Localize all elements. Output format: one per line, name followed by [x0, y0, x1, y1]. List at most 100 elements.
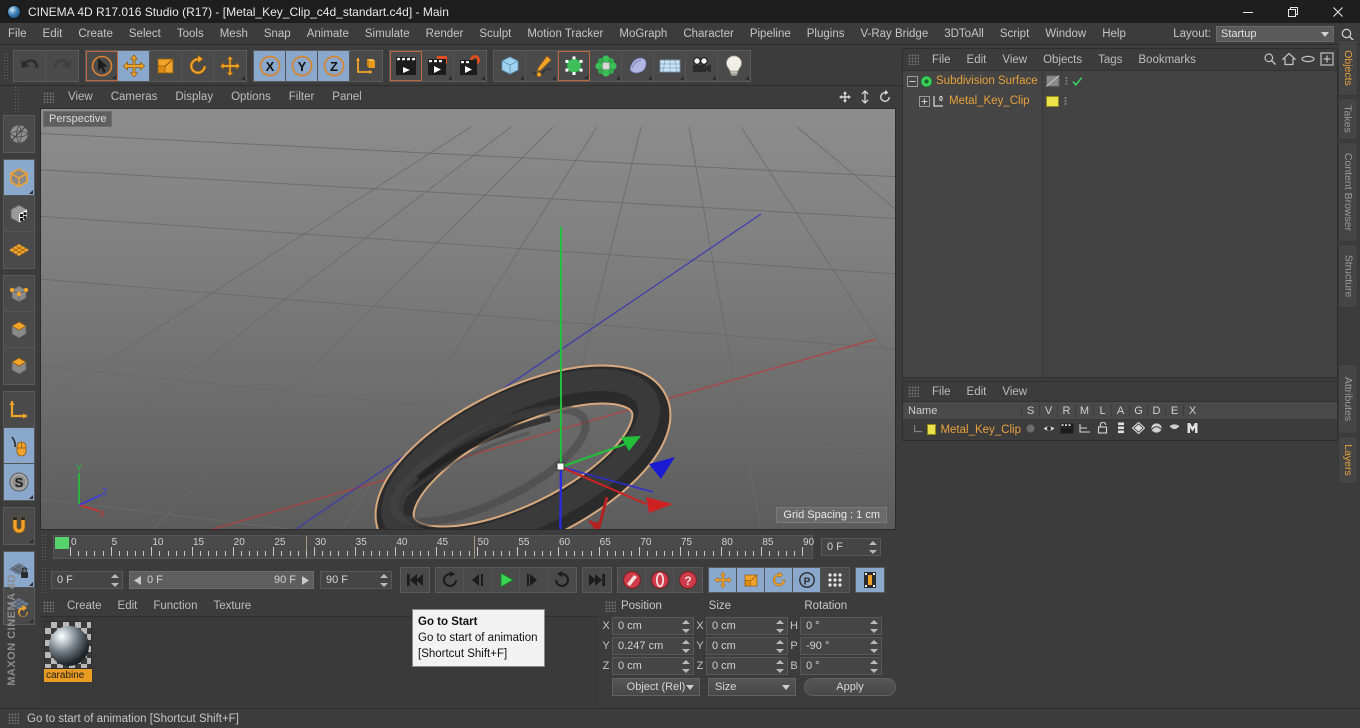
material-menu-create[interactable]: Create — [59, 596, 110, 616]
move-variant-icon[interactable] — [214, 51, 246, 81]
menu-motion-tracker[interactable]: Motion Tracker — [519, 23, 611, 45]
spline-pen-icon[interactable] — [526, 50, 558, 81]
object-menu-bookmarks[interactable]: Bookmarks — [1130, 49, 1204, 71]
object-row-subdivision-surface[interactable]: Subdivision Surface — [903, 71, 1042, 91]
home-icon[interactable] — [1282, 52, 1296, 66]
go-to-next-frame-button[interactable] — [520, 568, 548, 592]
key-position-button[interactable] — [709, 568, 737, 592]
coordinates-grip[interactable] — [605, 600, 616, 612]
layers-menu-view[interactable]: View — [994, 382, 1035, 402]
scale-icon[interactable] — [150, 50, 182, 81]
object-axis-icon[interactable] — [4, 392, 34, 428]
autokeying-button[interactable] — [646, 568, 674, 592]
layer-row[interactable]: Metal_Key_Clip — [903, 420, 1337, 439]
object-row-metal-key-clip[interactable]: 0 Metal_Key_Clip — [903, 91, 1042, 111]
current-frame-field[interactable]: 0 F — [821, 538, 881, 556]
menu-vray-bridge[interactable]: V-Ray Bridge — [852, 23, 936, 45]
stepper-icon[interactable] — [870, 619, 878, 633]
layers-menu-edit[interactable]: Edit — [959, 382, 995, 402]
tab-content-browser[interactable]: Content Browser — [1338, 142, 1358, 242]
collapse-toggle-icon[interactable] — [907, 75, 918, 87]
timeline-ruler[interactable]: 0 5 10 15 20 25 30 35 40 45 50 55 60 65 70 75 80 85 90 — [53, 535, 814, 559]
workplane-scale-icon[interactable]: S — [4, 464, 34, 500]
coordinate-mode-dropdown[interactable]: Object (Rel) — [612, 677, 700, 696]
expand-toggle-icon[interactable] — [919, 95, 930, 107]
material-menu-texture[interactable]: Texture — [205, 596, 259, 616]
stepper-icon[interactable] — [870, 639, 878, 653]
material-item[interactable]: carabine — [44, 621, 92, 682]
add-icon[interactable] — [1320, 52, 1334, 66]
stepper-icon[interactable] — [776, 659, 784, 673]
position-z-field[interactable]: 0 cm — [612, 656, 694, 675]
material-tag-icon[interactable] — [1046, 95, 1059, 107]
size-x-field[interactable]: 0 cm — [706, 616, 788, 635]
live-selection-icon[interactable] — [86, 50, 118, 81]
stepper-icon[interactable] — [682, 619, 690, 633]
layer-solo-toggle[interactable] — [1021, 422, 1039, 437]
viewport-view-label[interactable]: Perspective — [43, 111, 113, 127]
timeline-range-scrubber[interactable]: 0 F 90 F — [129, 571, 314, 589]
col-s[interactable]: S — [1021, 404, 1039, 417]
viewport-scale-icon[interactable] — [858, 90, 872, 104]
position-y-field[interactable]: 0.247 cm — [612, 636, 694, 655]
layer-animation-toggle[interactable] — [1111, 422, 1129, 437]
go-to-previous-frame-button[interactable] — [464, 568, 492, 592]
col-x[interactable]: X — [1183, 404, 1201, 417]
tab-layers[interactable]: Layers — [1338, 436, 1358, 484]
points-mode-icon[interactable] — [4, 276, 34, 312]
move-icon[interactable] — [118, 50, 150, 81]
model-mode-icon[interactable] — [4, 160, 34, 196]
viewport-rotate-icon[interactable] — [878, 90, 892, 104]
menu-script[interactable]: Script — [992, 23, 1037, 45]
stepper-icon[interactable] — [682, 639, 690, 653]
edges-mode-icon[interactable] — [4, 312, 34, 348]
ellipse-icon[interactable] — [1301, 52, 1315, 66]
material-menu-function[interactable]: Function — [145, 596, 205, 616]
go-to-start-button[interactable] — [401, 568, 429, 592]
make-editable-icon[interactable] — [4, 116, 34, 152]
menu-render[interactable]: Render — [418, 23, 472, 45]
rotation-p-field[interactable]: -90 ° — [800, 636, 882, 655]
menu-animate[interactable]: Animate — [299, 23, 357, 45]
frame-start-field[interactable]: 0 F — [51, 571, 123, 589]
maximize-button[interactable] — [1270, 0, 1315, 23]
generator-icon[interactable] — [558, 50, 590, 81]
keyframe-selection-button[interactable]: ? — [674, 568, 702, 592]
display-tag-icon[interactable] — [1046, 75, 1060, 87]
play-forward-button[interactable] — [492, 568, 520, 592]
key-scale-button[interactable] — [737, 568, 765, 592]
toolbar-grip[interactable] — [3, 52, 10, 79]
size-mode-dropdown[interactable]: Size — [708, 677, 796, 696]
layer-color-swatch[interactable] — [926, 424, 937, 435]
menu-help[interactable]: Help — [1094, 23, 1134, 45]
axis-y-icon[interactable]: Y — [286, 50, 318, 81]
enabled-check-icon[interactable] — [1072, 76, 1083, 87]
tab-structure[interactable]: Structure — [1338, 244, 1358, 308]
menu-character[interactable]: Character — [675, 23, 742, 45]
layer-visible-toggle[interactable] — [1039, 422, 1057, 437]
stepper-icon[interactable] — [682, 659, 690, 673]
layers-menu-grip[interactable] — [908, 386, 919, 397]
search-icon[interactable] — [1263, 52, 1277, 66]
go-to-end-button[interactable] — [583, 568, 611, 592]
workplane-mode-icon[interactable] — [4, 232, 34, 268]
scrub-left-icon[interactable] — [134, 575, 143, 585]
col-v[interactable]: V — [1039, 404, 1057, 417]
frame-end-field[interactable]: 90 F — [320, 571, 392, 589]
tab-takes[interactable]: Takes — [1338, 98, 1358, 140]
viewport-menu-cameras[interactable]: Cameras — [102, 86, 167, 108]
layer-deformer-toggle[interactable] — [1147, 422, 1165, 437]
play-loop-button[interactable] — [548, 568, 576, 592]
menu-simulate[interactable]: Simulate — [357, 23, 418, 45]
close-button[interactable] — [1315, 0, 1360, 23]
rotation-b-field[interactable]: 0 ° — [800, 656, 882, 675]
polygons-mode-icon[interactable] — [4, 348, 34, 384]
layers-menu-file[interactable]: File — [924, 382, 959, 402]
timeline-toggle-button[interactable] — [856, 568, 884, 592]
minimize-button[interactable] — [1225, 0, 1270, 23]
key-parameter-button[interactable]: P — [793, 568, 821, 592]
menu-3dtoall[interactable]: 3DToAll — [936, 23, 992, 45]
layer-lock-toggle[interactable] — [1093, 421, 1111, 437]
viewport-3d[interactable]: Perspective Grid Spacing : 1 cm Y X Z — [40, 108, 896, 530]
col-g[interactable]: G — [1129, 404, 1147, 417]
